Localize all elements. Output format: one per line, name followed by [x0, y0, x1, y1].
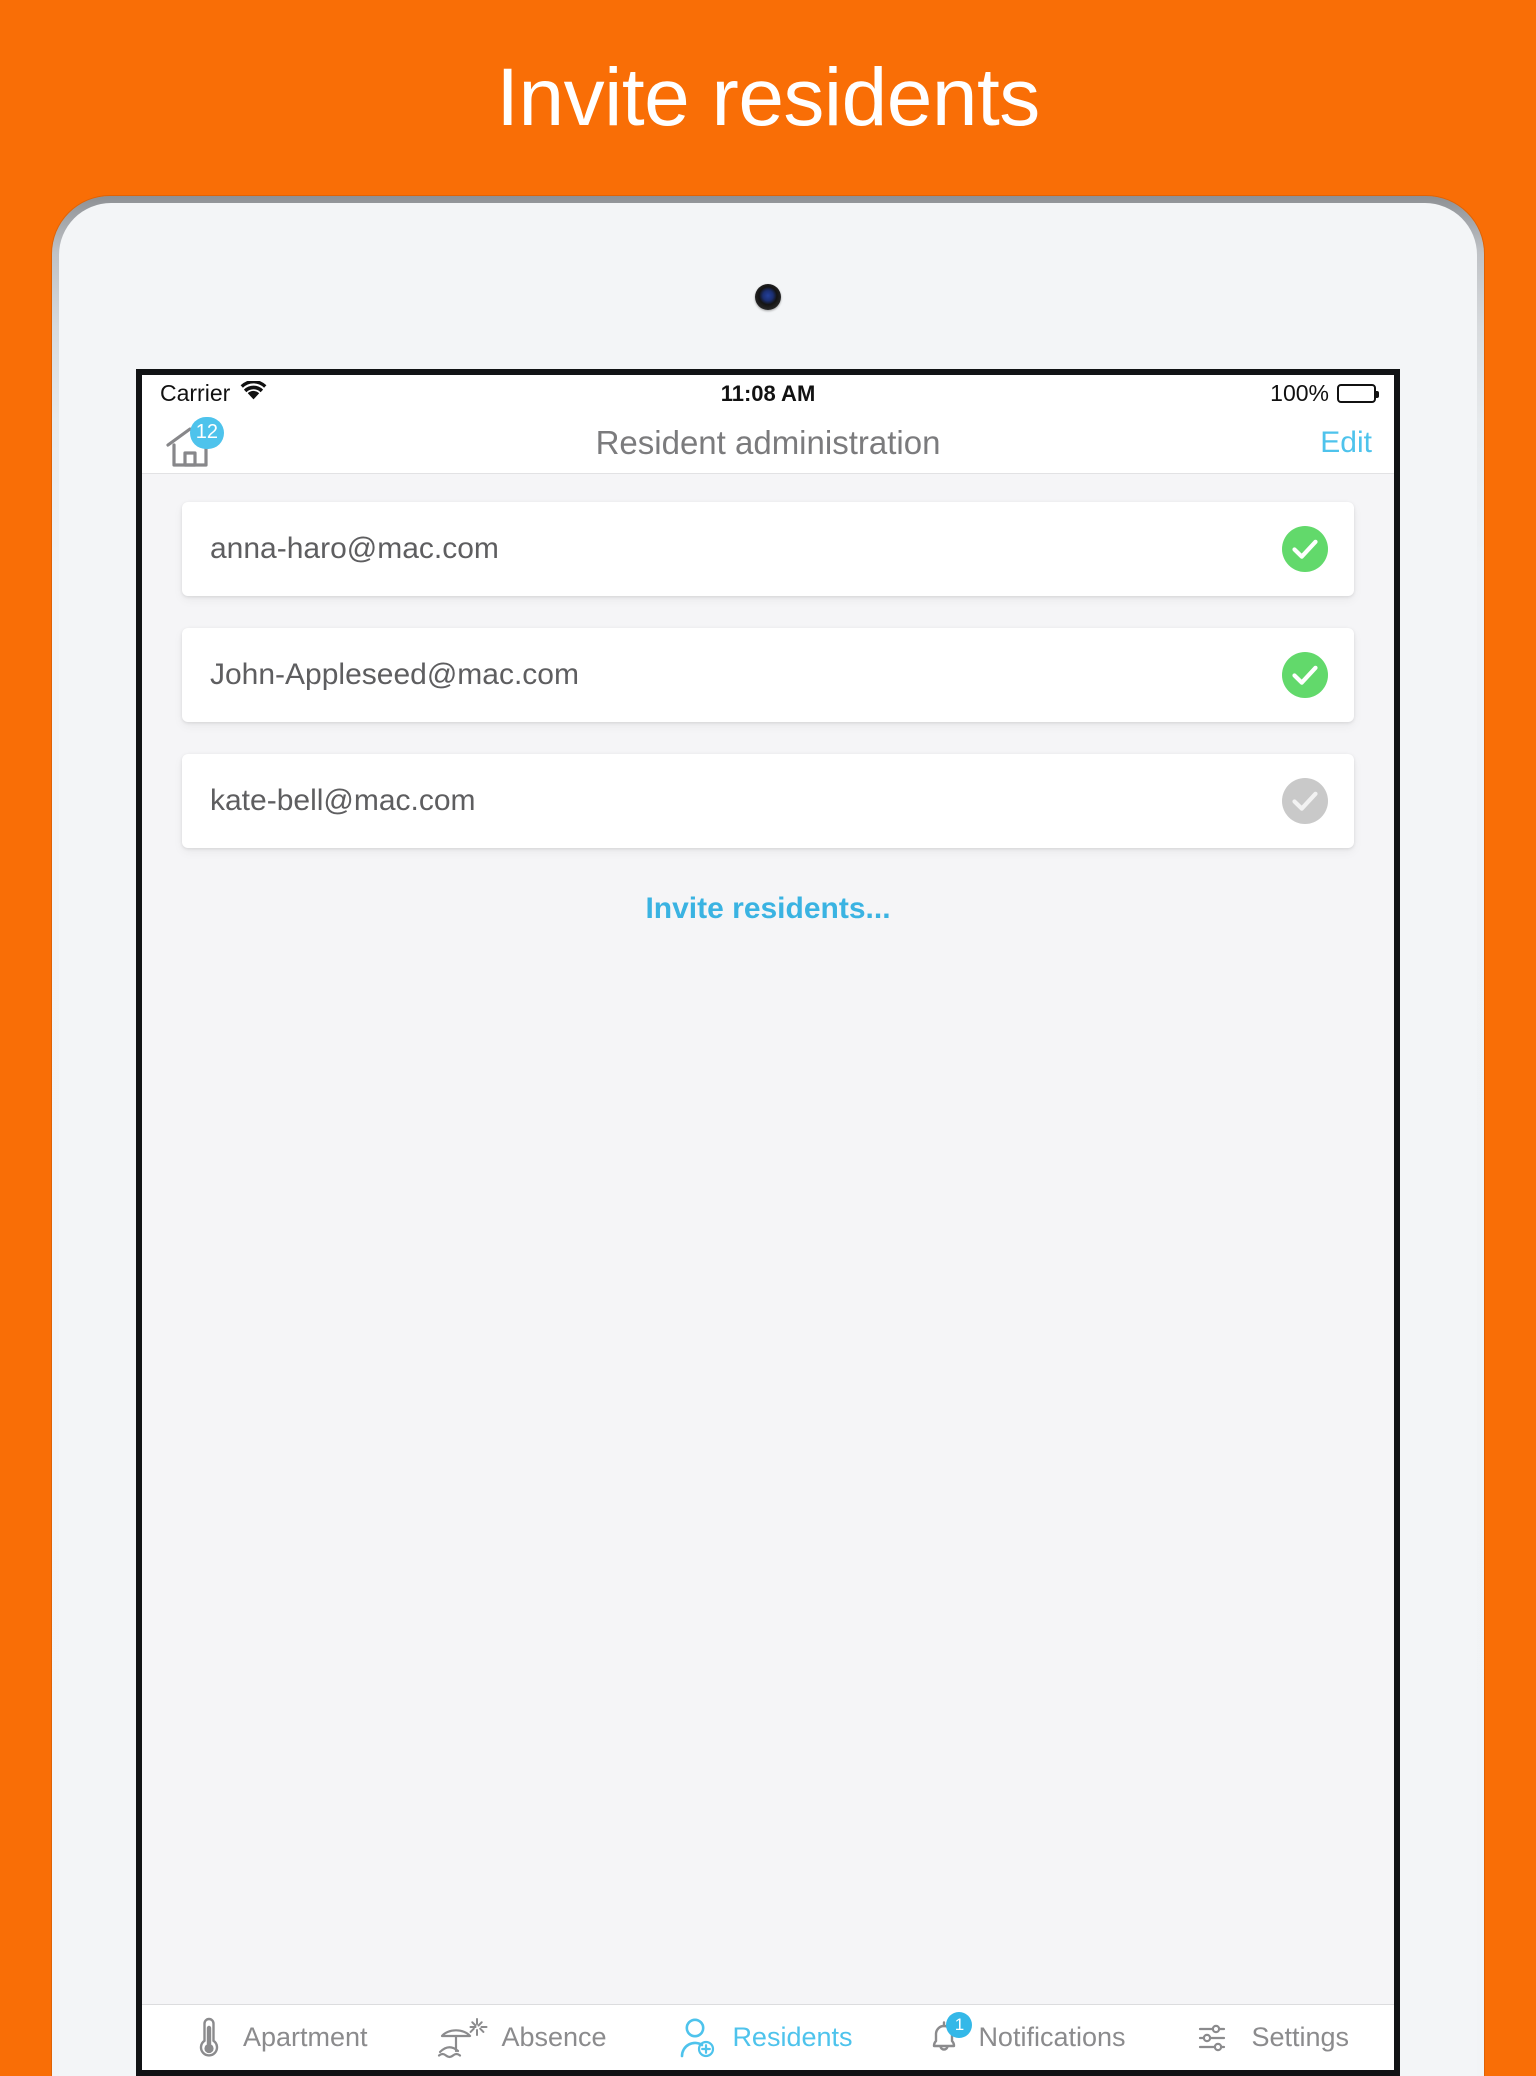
app-screen: Carrier 11:08 AM 100% 12 Resident admini…	[142, 375, 1394, 2070]
tab-label: Apartment	[242, 2022, 368, 2052]
promo-title: Invite residents	[496, 52, 1040, 143]
status-bar-right: 100%	[1270, 380, 1379, 407]
tab-apartment[interactable]: Apartment	[187, 2016, 368, 2060]
ipad-device-frame: Carrier 11:08 AM 100% 12 Resident admini…	[52, 196, 1484, 2076]
tab-label: Notifications	[978, 2022, 1126, 2052]
battery-full-icon	[1337, 384, 1379, 403]
tab-label: Absence	[501, 2022, 607, 2052]
bell-icon: 1	[922, 2011, 973, 2060]
status-bar: Carrier 11:08 AM 100%	[142, 375, 1394, 412]
tab-notifications[interactable]: 1 Notifications	[922, 2011, 1126, 2060]
status-bar-time: 11:08 AM	[720, 380, 816, 406]
tab-absence[interactable]: Absence	[437, 2016, 607, 2060]
tab-label: Settings	[1251, 2022, 1349, 2052]
check-circle-icon[interactable]	[1282, 652, 1328, 698]
check-circle-icon[interactable]	[1282, 778, 1328, 824]
navigation-bar: 12 Resident administration Edit	[142, 412, 1394, 474]
beach-umbrella-icon	[437, 2016, 489, 2060]
content-area: anna-haro@mac.com John-Appleseed@mac.com	[142, 474, 1394, 2004]
tab-bar: Apartment Absence Residents 1 Notificati…	[142, 2004, 1394, 2070]
resident-email: John-Appleseed@mac.com	[210, 658, 579, 691]
tab-residents[interactable]: Residents	[676, 2016, 853, 2060]
add-person-icon	[676, 2016, 720, 2060]
wifi-icon	[240, 379, 267, 406]
battery-percent-label: 100%	[1270, 380, 1329, 406]
resident-email: anna-haro@mac.com	[210, 532, 499, 565]
tab-settings[interactable]: Settings	[1195, 2016, 1349, 2060]
resident-email: kate-bell@mac.com	[210, 784, 476, 817]
sliders-icon	[1195, 2016, 1239, 2060]
home-button[interactable]: 12	[164, 416, 226, 467]
resident-row[interactable]: anna-haro@mac.com	[182, 502, 1354, 596]
page-title: Resident administration	[595, 423, 941, 461]
tab-label: Residents	[732, 2022, 853, 2052]
edit-button[interactable]: Edit	[1320, 426, 1372, 460]
promo-header: Invite residents	[0, 0, 1536, 196]
check-circle-icon[interactable]	[1282, 526, 1328, 572]
resident-row[interactable]: kate-bell@mac.com	[182, 754, 1354, 848]
screen-bezel: Carrier 11:08 AM 100% 12 Resident admini…	[136, 369, 1400, 2076]
home-badge: 12	[189, 416, 224, 449]
front-camera-icon	[755, 284, 781, 310]
resident-row[interactable]: John-Appleseed@mac.com	[182, 628, 1354, 722]
invite-residents-link[interactable]: Invite residents...	[182, 892, 1354, 926]
status-bar-left: Carrier	[160, 379, 267, 407]
notifications-badge: 1	[946, 2011, 973, 2038]
thermometer-icon	[187, 2016, 231, 2060]
carrier-label: Carrier	[160, 380, 231, 406]
